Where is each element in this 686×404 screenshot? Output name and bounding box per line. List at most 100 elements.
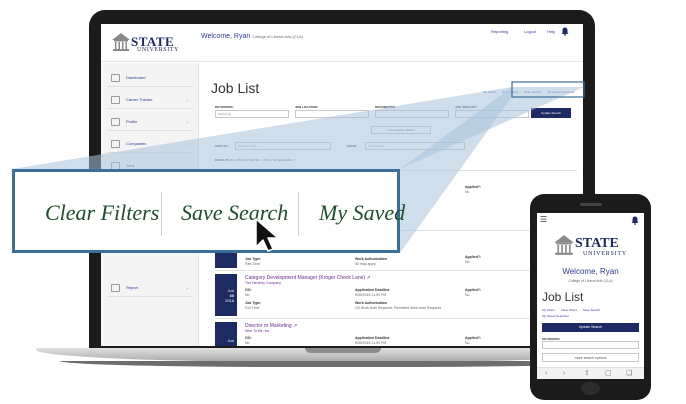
my-saved-searches-link[interactable]: My Saved Searches: [542, 314, 569, 318]
sidebar-item-companies[interactable]: Companies ⌄: [107, 137, 193, 153]
applied-label: Applied?:: [465, 185, 482, 189]
dashboard-icon: [111, 74, 120, 82]
show-select[interactable]: All Positions: [365, 142, 465, 150]
hamburger-menu-icon[interactable]: ☰: [540, 216, 547, 224]
applied-label: Applied?:: [465, 255, 482, 259]
save-search-link[interactable]: Save Search: [583, 308, 600, 312]
sidebar-item-label: Profile: [126, 119, 138, 124]
logo-word: STATE: [575, 236, 619, 251]
clear-filters-link-zoomed[interactable]: Clear Filters: [45, 200, 159, 226]
go-value: No: [245, 293, 250, 297]
welcome-text: Welcome, Ryan: [201, 33, 251, 40]
phone-speaker: [580, 203, 602, 206]
chevron-down-icon: ⌄: [185, 97, 189, 102]
job-industry-select[interactable]: [455, 110, 529, 118]
university-logo[interactable]: STATE UNIVERSITY: [109, 30, 191, 56]
job-date-year: 2016: [225, 298, 234, 303]
more-search-options-button[interactable]: more search options: [542, 353, 639, 362]
logo-subtitle: UNIVERSITY: [583, 251, 627, 257]
job-date: Jun 30 2016: [215, 274, 237, 316]
companies-icon: [111, 140, 120, 148]
building-icon: [112, 33, 130, 51]
more-search-options-button[interactable]: more search options: [371, 126, 431, 134]
back-icon[interactable]: ‹: [545, 370, 547, 378]
save-search-link[interactable]: Save Search: [524, 90, 541, 94]
tabs-icon[interactable]: ❏: [626, 370, 632, 378]
job-type-value: Full-Time: [245, 306, 260, 310]
welcome-message: Welcome, Ryan College of Liberal Arts (CL…: [201, 33, 303, 40]
sidebar-item-label: Jobs: [126, 163, 135, 168]
job-type-value: Part-Time: [245, 262, 261, 266]
job-type-label: Job Type:: [245, 257, 262, 261]
application-deadline-value: 6/30/2016 11:59 PM: [355, 293, 387, 297]
welcome-message: Welcome, Ryan: [562, 267, 619, 276]
sidebar-item-profile[interactable]: Profile ⌄: [107, 115, 193, 131]
results-label: RESULTS: [215, 158, 229, 162]
mouse-pointer-icon: [255, 218, 279, 252]
my-saved-searches-link[interactable]: My Saved Searches: [547, 90, 574, 94]
sidebar-item-career-tracker[interactable]: Career Tracker ⌄: [107, 93, 193, 109]
profile-icon: [111, 118, 120, 126]
sidebar-item-label: Report: [126, 285, 139, 290]
bookmarks-icon[interactable]: ▢: [605, 370, 612, 378]
product-mockup: STATE UNIVERSITY Welcome, Ryan College of…: [0, 0, 686, 404]
building-icon: [554, 235, 574, 255]
keywords-input[interactable]: Marketing: [215, 110, 289, 118]
help-link[interactable]: Help: [547, 29, 555, 34]
filter-links: My Filters Clear Filters Save Search My …: [483, 90, 574, 94]
job-industry-label: JOB INDUSTRY: [455, 105, 478, 109]
work-authorization-value: US Work Auth Required, Permitted Work Au…: [355, 306, 442, 310]
app-header: STATE UNIVERSITY Welcome, Ryan College of…: [101, 24, 583, 62]
applied-value: No: [465, 341, 470, 345]
sort-select[interactable]: Deadline Date: [235, 142, 331, 150]
go-label: GO:: [245, 288, 252, 292]
page-title: Job List: [211, 80, 260, 96]
chevron-down-icon: ⌄: [185, 285, 189, 290]
update-search-button[interactable]: Update Search: [542, 323, 639, 332]
phone-device: ☰ STATE UNIVERSITY Welcome, Ryan College…: [530, 194, 651, 400]
show-label: SHOW: [347, 144, 357, 148]
reporting-link[interactable]: Reporting: [491, 29, 508, 34]
divider: [298, 192, 299, 236]
my-filters-link[interactable]: My Filters: [542, 308, 555, 312]
job-date: Jun: [215, 322, 237, 346]
job-company: The Hershey Company: [245, 281, 281, 285]
job-card[interactable]: Jun Director or Marketing ↗ Next To Me, …: [215, 318, 577, 346]
phone-screen: ☰ STATE UNIVERSITY Welcome, Ryan College…: [537, 213, 644, 379]
application-deadline-value: 6/30/2016 11:59 PM: [355, 341, 387, 345]
keywords-input[interactable]: [542, 341, 639, 349]
my-filters-link[interactable]: My Filters: [483, 90, 496, 94]
job-card[interactable]: Jun 30 2016 Category Development Manager…: [215, 270, 577, 318]
notification-bell-icon[interactable]: [631, 216, 639, 225]
work-authorization-value: All may apply: [355, 262, 376, 266]
zoom-callout: Clear Filters Save Search My Saved: [12, 169, 405, 253]
job-company: Next To Me, Inc.: [245, 329, 271, 333]
job-location-select[interactable]: [295, 110, 369, 118]
update-search-button[interactable]: Update Search: [531, 108, 571, 118]
chevron-down-icon: ⌄: [185, 163, 189, 168]
share-icon[interactable]: ⇧: [584, 370, 590, 378]
divider: [161, 192, 162, 236]
clear-filters-link[interactable]: Clear Filters: [561, 308, 577, 312]
applied-label: Applied?:: [465, 288, 482, 292]
work-authorization-label: Work Authorization: [355, 301, 388, 305]
notification-bell-icon[interactable]: [561, 27, 569, 36]
university-logo[interactable]: STATE UNIVERSITY: [549, 233, 633, 261]
results-summary: RESULTS (46 JOBS) FAVORITE ☆ APPLY ELSEW…: [215, 158, 296, 162]
laptop-notch: [305, 348, 381, 353]
destination-select[interactable]: [375, 110, 449, 118]
job-location-label: JOB LOCATION: [295, 105, 318, 109]
my-saved-link-zoomed[interactable]: My Saved: [319, 200, 405, 226]
applied-value: No: [465, 190, 470, 194]
tracker-icon: [111, 96, 120, 104]
sort-row: SORT BY Deadline Date SHOW All Positions: [215, 142, 575, 151]
sidebar-item-dashboard[interactable]: Dashboard: [107, 71, 193, 87]
logout-link[interactable]: Logout: [524, 29, 536, 34]
college-name: College of Liberal Arts (CLA): [568, 279, 613, 283]
sidebar-item-label: Career Tracker: [126, 97, 153, 102]
clear-filters-link[interactable]: Clear Filters: [502, 90, 518, 94]
go-label: GO:: [245, 336, 252, 340]
sidebar-item-report[interactable]: Report ⌄: [107, 281, 193, 297]
forward-icon[interactable]: ›: [563, 370, 565, 378]
applied-label: Applied?:: [465, 336, 482, 340]
